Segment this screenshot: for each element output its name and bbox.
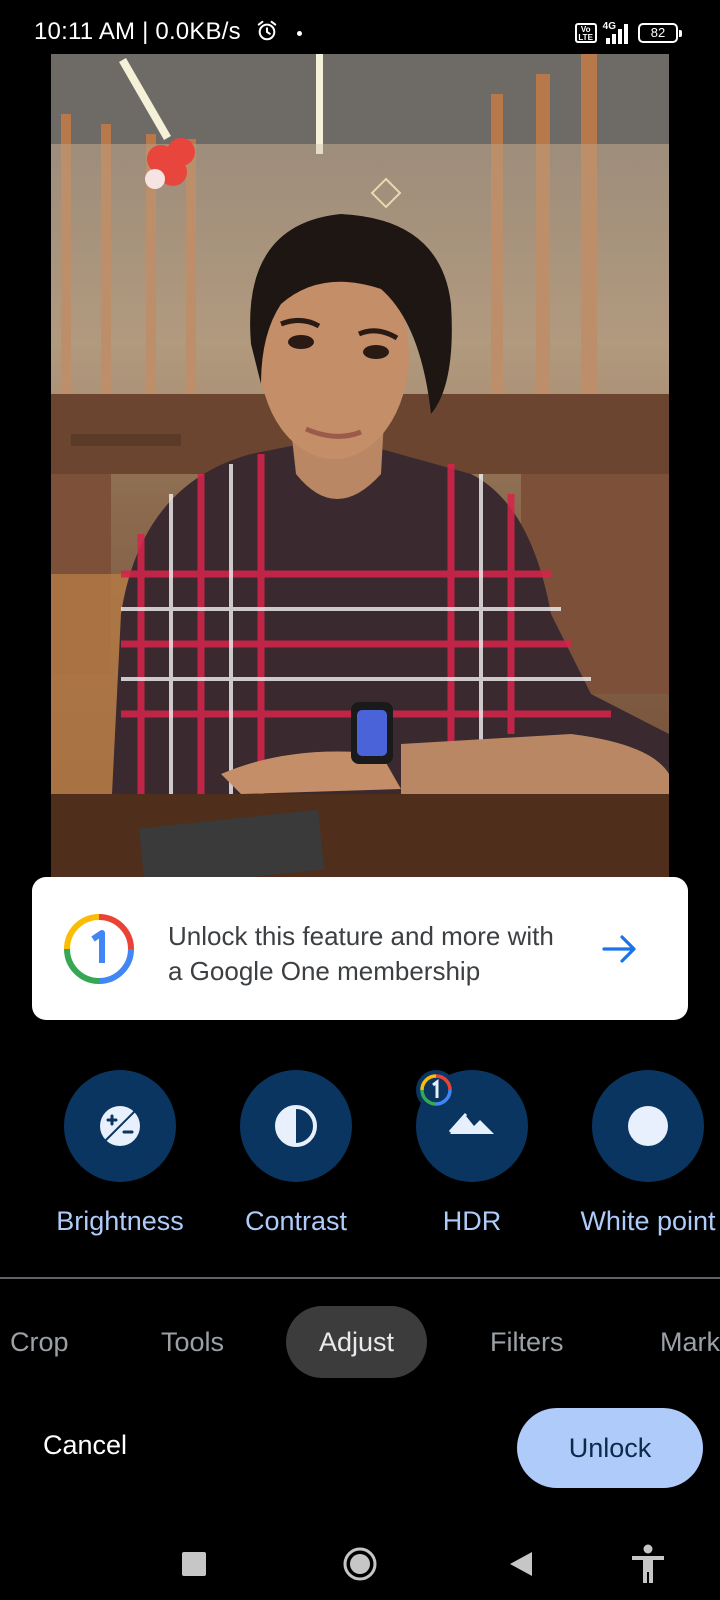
brightness-icon (100, 1106, 140, 1146)
battery-icon: 82 (638, 23, 682, 43)
banner-line-1: Unlock this feature and more with (168, 921, 554, 951)
alarm-icon (257, 20, 277, 41)
google-one-banner[interactable]: Unlock this feature and more with a Goog… (32, 877, 688, 1020)
contrast-button[interactable] (240, 1070, 352, 1182)
tool-white-point[interactable]: White point (563, 1070, 720, 1237)
cancel-button[interactable]: Cancel (43, 1430, 127, 1461)
google-one-icon (64, 914, 134, 984)
tab-filters[interactable]: Filters (490, 1306, 564, 1378)
system-nav-bar (0, 1520, 720, 1600)
tool-label-white-point: White point (580, 1206, 716, 1236)
network-type: 4G (602, 20, 616, 32)
white-point-icon (628, 1106, 668, 1146)
tool-label-contrast: Contrast (244, 1206, 348, 1236)
photo-preview[interactable] (51, 54, 669, 878)
brightness-button[interactable] (64, 1070, 176, 1182)
banner-message: Unlock this feature and more with a Goog… (168, 919, 608, 989)
status-bar: 10:11 AM | 0.0KB/s Vo LTE 4G 82 (0, 0, 720, 60)
contrast-icon (275, 1105, 317, 1147)
volte-icon: Vo LTE (574, 23, 597, 43)
tool-label-brightness: Brightness (56, 1206, 184, 1236)
accessibility-icon[interactable] (630, 1544, 666, 1584)
tool-brightness[interactable]: Brightness (35, 1070, 205, 1237)
tool-label-hdr: HDR (442, 1206, 502, 1236)
tab-markup[interactable]: Mark (660, 1306, 720, 1378)
tab-crop[interactable]: Crop (10, 1306, 69, 1378)
home-icon[interactable] (343, 1547, 377, 1581)
tab-tools[interactable]: Tools (161, 1306, 224, 1378)
tool-hdr[interactable]: HDR (387, 1070, 557, 1237)
recents-icon[interactable] (182, 1552, 206, 1576)
unlock-button[interactable]: Unlock (517, 1408, 703, 1488)
white-point-button[interactable] (592, 1070, 704, 1182)
hdr-button[interactable] (416, 1070, 528, 1182)
status-indicators: Vo LTE 4G 82 (574, 20, 682, 46)
banner-line-2: a Google One membership (168, 956, 481, 986)
tool-contrast[interactable]: Contrast (211, 1070, 381, 1237)
google-one-badge-icon (416, 1070, 456, 1110)
arrow-right-icon[interactable] (600, 929, 640, 969)
status-time: 10:11 AM | 0.0KB/s (34, 18, 241, 45)
back-icon[interactable] (508, 1550, 534, 1578)
photo-image (51, 54, 669, 878)
tab-adjust[interactable]: Adjust (286, 1306, 428, 1378)
divider (0, 1277, 720, 1279)
notification-dot-icon (297, 31, 302, 36)
